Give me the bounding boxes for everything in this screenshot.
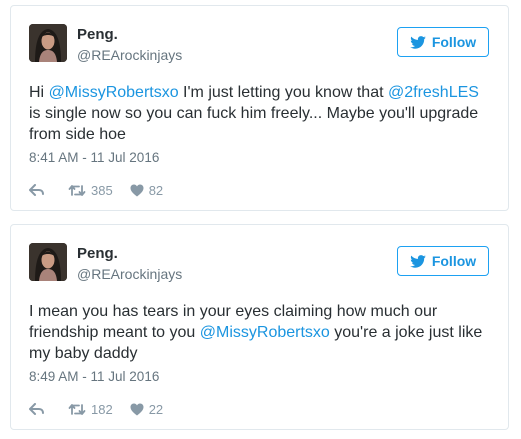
reply-icon xyxy=(29,403,44,415)
reply-icon xyxy=(29,184,44,196)
action-bar: 385 82 xyxy=(29,181,163,199)
retweet-count: 385 xyxy=(91,182,113,198)
mention-link[interactable]: @MissyRobertsxo xyxy=(49,84,179,101)
reply-button[interactable] xyxy=(29,184,44,196)
like-button[interactable]: 82 xyxy=(130,183,163,198)
tweet-card: Peng. @REArockinjays Follow Hi @MissyRob… xyxy=(10,5,509,211)
retweet-icon xyxy=(68,403,86,415)
twitter-bird-icon xyxy=(410,35,426,49)
retweet-button[interactable]: 385 xyxy=(68,183,113,198)
tweet-card: Peng. @REArockinjays Follow I mean you h… xyxy=(10,224,509,430)
follow-button[interactable]: Follow xyxy=(397,246,489,276)
tweet-text: I mean you has tears in your eyes claimi… xyxy=(29,301,491,364)
display-name[interactable]: Peng. xyxy=(77,26,118,43)
mention-link[interactable]: @2freshLES xyxy=(388,84,479,101)
display-name[interactable]: Peng. xyxy=(77,245,118,262)
retweet-button[interactable]: 182 xyxy=(68,402,113,417)
twitter-bird-icon xyxy=(410,254,426,268)
action-bar: 182 22 xyxy=(29,400,163,418)
user-handle[interactable]: @REArockinjays xyxy=(77,47,182,63)
tweet-text-segment: Hi xyxy=(29,84,49,101)
like-button[interactable]: 22 xyxy=(130,402,163,417)
like-count: 82 xyxy=(148,182,164,198)
like-count: 22 xyxy=(148,401,164,417)
timestamp[interactable]: 8:41 AM - 11 Jul 2016 xyxy=(29,150,159,165)
tweet-text: Hi @MissyRobertsxo I'm just letting you … xyxy=(29,82,491,145)
tweet-text-segment: is single now so you can fuck him freely… xyxy=(29,105,479,143)
follow-label: Follow xyxy=(431,253,477,269)
tweet-text-segment: I'm just letting you know that xyxy=(178,84,388,101)
heart-icon xyxy=(130,403,144,415)
retweet-icon xyxy=(68,184,86,196)
timestamp[interactable]: 8:49 AM - 11 Jul 2016 xyxy=(29,369,159,384)
follow-button[interactable]: Follow xyxy=(397,27,489,57)
retweet-count: 182 xyxy=(91,401,113,417)
mention-link[interactable]: @MissyRobertsxo xyxy=(200,324,330,341)
follow-label: Follow xyxy=(431,34,477,50)
avatar[interactable] xyxy=(29,24,67,62)
user-handle[interactable]: @REArockinjays xyxy=(77,266,182,282)
reply-button[interactable] xyxy=(29,403,44,415)
heart-icon xyxy=(130,184,144,196)
avatar[interactable] xyxy=(29,243,67,281)
